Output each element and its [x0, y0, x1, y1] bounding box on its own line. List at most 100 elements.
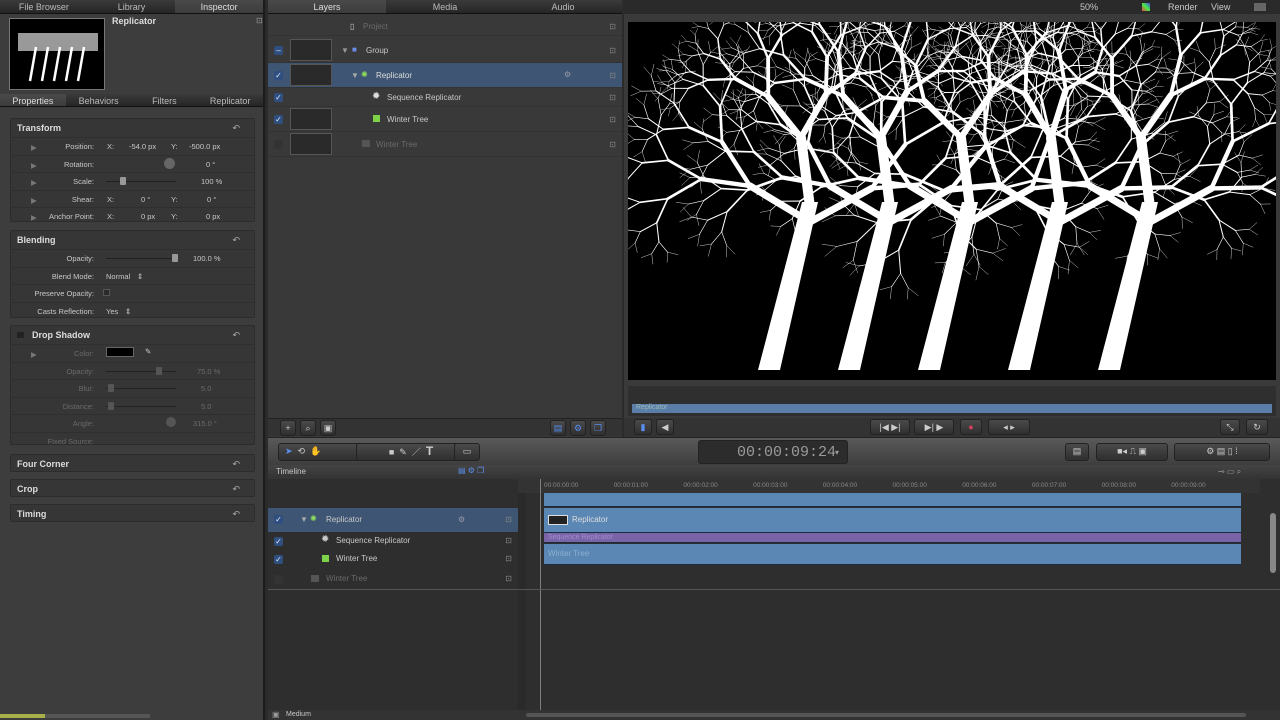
- shape-pen-text-tools[interactable]: ■ ✎ ／ T: [356, 443, 466, 461]
- position-x-field[interactable]: -54.0 px: [129, 142, 156, 151]
- shear-x-field[interactable]: 0 °: [141, 195, 150, 204]
- opacity-slider[interactable]: [106, 254, 178, 262]
- tab-properties[interactable]: Properties: [0, 94, 66, 106]
- shadow-opacity-field[interactable]: 75.0 %: [197, 367, 220, 376]
- lock-icon[interactable]: ⊡: [256, 16, 263, 25]
- track-height-select[interactable]: Medium: [286, 711, 311, 718]
- visibility-checkbox[interactable]: ✓: [274, 537, 283, 546]
- layer-row-sequence-replicator[interactable]: ✓ ✹ Sequence Replicator ⊡: [268, 88, 622, 107]
- camera-generators-icons[interactable]: ■◂ ⎍ ▣: [1096, 443, 1168, 461]
- four-corner-panel[interactable]: Four Corner ↶: [10, 454, 255, 472]
- timeline-row-winter-tree[interactable]: ✓ Winter Tree ⊡: [268, 550, 518, 568]
- hud-icon[interactable]: ▤: [1065, 443, 1089, 461]
- playhead[interactable]: [540, 479, 541, 720]
- chevron-down-icon[interactable]: ▾: [835, 448, 839, 457]
- record-button[interactable]: ●: [960, 419, 982, 435]
- rotation-field[interactable]: 0 °: [206, 160, 215, 169]
- lock-icon[interactable]: ⊡: [609, 93, 616, 102]
- stepper-icon[interactable]: ⇕: [137, 272, 143, 281]
- tab-library[interactable]: Library: [87, 0, 176, 13]
- mask-tool[interactable]: ▭: [454, 443, 480, 461]
- angle-field[interactable]: 315.0 °: [193, 419, 217, 428]
- timeline-row-sequence-replicator[interactable]: ✓ ✹ Sequence Replicator ⊡: [268, 532, 518, 550]
- show-layers-icon[interactable]: ▤ ⚙ ❐: [458, 466, 484, 475]
- reset-icon[interactable]: ↶: [232, 231, 240, 249]
- visibility-checkbox[interactable]: ✓: [274, 115, 283, 124]
- lock-icon[interactable]: ⊡: [505, 574, 512, 583]
- reset-icon[interactable]: ↶: [232, 326, 240, 344]
- tab-file-browser[interactable]: File Browser: [0, 0, 88, 13]
- eyedropper-icon[interactable]: ✎: [145, 347, 151, 356]
- rotation-dial[interactable]: [164, 157, 175, 169]
- crop-panel[interactable]: Crop ↶: [10, 479, 255, 497]
- lock-icon[interactable]: ⊡: [609, 46, 616, 55]
- fullscreen-icon[interactable]: ⤡: [1220, 419, 1240, 435]
- show-behaviors-icon[interactable]: ⚙: [570, 420, 586, 436]
- time-ruler[interactable]: 00:00:00:00 00:00:01:00 00:00:02:00 00:00:0…: [518, 479, 1260, 493]
- visibility-checkbox[interactable]: [274, 575, 283, 584]
- play-button[interactable]: ▶| ▶: [914, 419, 954, 435]
- mini-timeline[interactable]: Replicator: [628, 386, 1276, 416]
- anchor-y-field[interactable]: 0 px: [206, 212, 220, 221]
- angle-dial[interactable]: [166, 417, 176, 427]
- keyframe-nav-buttons[interactable]: ◂ ▸: [988, 419, 1030, 435]
- visibility-checkbox[interactable]: ✓: [274, 515, 283, 524]
- horizontal-scrollbar[interactable]: [526, 713, 1246, 717]
- opacity-field[interactable]: 100.0 %: [193, 254, 221, 263]
- color-channel-icon[interactable]: [1142, 3, 1150, 11]
- timecode-display[interactable]: 00:00:09:24 ▾: [698, 440, 848, 464]
- disclosure-icon[interactable]: ▼: [300, 515, 308, 524]
- visibility-checkbox[interactable]: –: [274, 46, 283, 55]
- layout-icon[interactable]: [1254, 3, 1266, 11]
- canvas-viewer[interactable]: [594, 0, 1280, 380]
- layer-row-winter-tree-disabled[interactable]: Winter Tree ⊡: [268, 132, 622, 157]
- vertical-scrollbar[interactable]: [1270, 513, 1276, 573]
- lock-icon[interactable]: ⊡: [505, 536, 512, 545]
- lock-icon[interactable]: ⊡: [505, 515, 512, 524]
- tab-replicator[interactable]: Replicator: [197, 94, 263, 106]
- disclosure-icon[interactable]: ▼: [351, 71, 359, 80]
- casts-reflection-select[interactable]: Yes: [106, 307, 118, 316]
- add-icon[interactable]: +: [280, 420, 296, 436]
- winter-tree-track-bar[interactable]: Winter Tree: [544, 544, 1241, 565]
- layer-row-replicator[interactable]: ✓ ▼ ✺ Replicator ⚙ ⊡: [268, 63, 622, 88]
- scale-slider[interactable]: [106, 177, 176, 185]
- position-y-field[interactable]: -500.0 px: [189, 142, 220, 151]
- layer-row-project[interactable]: ▯ Project ⊡: [268, 17, 622, 36]
- replicator-track-bar[interactable]: Replicator: [544, 508, 1241, 533]
- lock-icon[interactable]: ⊡: [609, 140, 616, 149]
- timeline-zoom-icons[interactable]: ⊸ ▭ ⌕: [1218, 467, 1241, 477]
- tab-inspector[interactable]: Inspector: [175, 0, 264, 13]
- mini-timeline-bar[interactable]: Replicator: [632, 404, 1272, 413]
- render-menu[interactable]: Render: [1168, 2, 1198, 12]
- layer-row-winter-tree[interactable]: ✓ Winter Tree ⊡: [268, 107, 622, 132]
- enable-checkbox[interactable]: [17, 332, 24, 338]
- timeline-row-replicator[interactable]: ✓ ▼ ✺ Replicator ⚙ ⊡: [268, 508, 518, 532]
- thumbnail-toggle-icon[interactable]: ▣: [320, 420, 336, 436]
- play-range-icon[interactable]: ▮: [634, 419, 652, 435]
- color-well[interactable]: [106, 347, 134, 357]
- visibility-checkbox[interactable]: ✓: [274, 93, 283, 102]
- timing-panel[interactable]: Timing ↶: [10, 504, 255, 522]
- reset-icon[interactable]: ↶: [232, 505, 240, 523]
- audio-icon[interactable]: ◀: [656, 419, 674, 435]
- scale-field[interactable]: 100 %: [201, 177, 222, 186]
- lock-icon[interactable]: ⊡: [609, 22, 616, 31]
- tab-filters[interactable]: Filters: [131, 94, 198, 106]
- disclosure-icon[interactable]: ▼: [341, 46, 349, 55]
- show-layers-icon[interactable]: ▤: [550, 420, 566, 436]
- shear-y-field[interactable]: 0 °: [207, 195, 216, 204]
- show-masks-icon[interactable]: ❐: [590, 420, 606, 436]
- zoom-menu[interactable]: 50%: [1080, 2, 1098, 12]
- reset-icon[interactable]: ↶: [232, 455, 240, 473]
- go-start-end-buttons[interactable]: |◀ ▶|: [870, 419, 910, 435]
- view-menu[interactable]: View: [1211, 2, 1230, 12]
- blur-field[interactable]: 5.0: [201, 384, 211, 393]
- behavior-icon[interactable]: ⚙: [564, 70, 571, 79]
- lock-icon[interactable]: ⊡: [609, 71, 616, 80]
- tab-behaviors[interactable]: Behaviors: [65, 94, 132, 106]
- search-icon[interactable]: ⌕: [300, 420, 316, 436]
- lock-icon[interactable]: ⊡: [609, 115, 616, 124]
- lock-icon[interactable]: ⊡: [505, 554, 512, 563]
- loop-icon[interactable]: ↻: [1246, 419, 1268, 435]
